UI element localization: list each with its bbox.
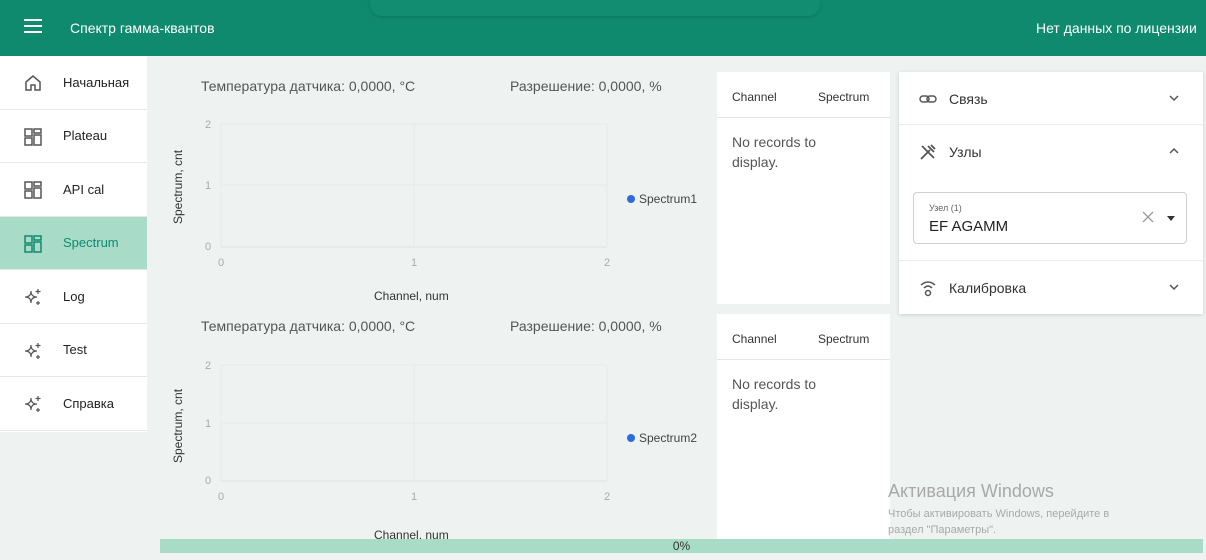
progress-text: 0% [672,539,691,553]
progress-bar: 0% [160,539,1203,553]
node-select-value: EF AGAMM [929,218,1009,235]
y-axis-label: Spectrum, cnt [171,388,185,463]
license-status: Нет данных по лицензии [1036,20,1197,36]
y-tick: 1 [205,418,211,430]
sidebar-item-label: Test [63,342,87,358]
chart-plot: 2 1 0 0 1 2 Channel, num Spectrum, cnt [171,119,610,303]
sidebar-item-label: Справка [63,395,114,411]
node-select-label: Узел (1) [929,203,962,213]
sidebar-item-log[interactable]: Log [0,270,147,324]
dropdown-caret-icon[interactable] [1167,216,1175,221]
chart-legend[interactable]: Spectrum2 [627,431,697,445]
y-tick: 1 [205,180,211,192]
y-axis-label: Spectrum, cnt [171,149,185,224]
x-tick: 2 [604,491,610,503]
spectrum-chart-2: Температура датчика: 0,0000, °C Разрешен… [160,312,713,547]
node-select[interactable]: Узел (1) EF AGAMM [913,192,1187,244]
sidebar-item-label: Plateau [63,128,108,144]
empty-message: No records to display. [732,376,817,412]
x-tick: 0 [218,491,224,503]
sidebar-item-spectrum[interactable]: Spectrum [0,216,147,270]
windows-activation-watermark: Активация Windows Чтобы активировать Win… [888,481,1188,538]
legend-label: Spectrum2 [639,431,698,445]
spectrum-table-1: Channel Spectrum No records to display. [717,72,890,304]
settings-accordion: Связь Узлы Узел (1) EF AGAMM Калибровка [899,72,1203,314]
sparkle-icon [24,289,41,305]
y-tick: 2 [205,360,211,372]
top-notch [370,0,820,16]
sparkle-icon [24,396,41,412]
dashboard-icon [24,234,42,253]
x-axis-label: Channel, num [374,289,449,303]
y-tick: 2 [205,119,211,131]
x-tick: 1 [411,257,417,269]
dashboard-icon [24,127,42,146]
dashboard-icon [24,181,42,199]
chevron-down-icon [1169,95,1179,102]
sidebar: Начальная Plateau API cal Spectrum Log T… [0,56,147,432]
sidebar-item-label: Spectrum [63,235,119,251]
accordion-calibration[interactable]: Калибровка [899,261,1203,314]
chart-legend[interactable]: Spectrum1 [627,192,697,206]
sidebar-item-plateau[interactable]: Plateau [0,110,147,163]
accordion-label: Узлы [949,144,982,160]
watermark-line: раздел "Параметры". [888,524,997,536]
watermark-line: Чтобы активировать Windows, перейдите в [888,508,1110,520]
accordion-label: Связь [949,91,988,107]
empty-message: No records to display. [732,134,817,170]
sidebar-item-label: Начальная [63,74,130,90]
app-title: Спектр гамма-квантов [70,20,215,36]
watermark-text: Чтобы активировать Windows, перейдите в … [888,506,1188,538]
top-app-bar: Спектр гамма-квантов Нет данных по лицен… [0,0,1206,56]
legend-label: Spectrum1 [639,192,698,206]
y-tick: 0 [205,241,211,253]
home-icon [25,75,41,91]
sidebar-item-label: API cal [63,181,105,197]
spectrum-table-2: Channel Spectrum No records to display. [717,314,890,539]
sparkle-icon [24,342,41,359]
hamburger-menu-icon[interactable] [24,19,42,35]
y-tick: 0 [205,475,211,487]
sensor-icon [920,281,936,297]
sidebar-item-home[interactable]: Начальная [0,56,147,110]
x-tick: 2 [604,257,610,269]
column-header-channel[interactable]: Channel [732,90,777,104]
sidebar-item-help[interactable]: Справка [0,377,147,431]
clear-icon[interactable] [1140,209,1156,225]
column-header-spectrum[interactable]: Spectrum [818,332,869,346]
table-header: Channel Spectrum [717,314,890,360]
accordion-link[interactable]: Связь [899,72,1203,125]
watermark-title: Активация Windows [888,481,1054,501]
link-icon [919,95,937,103]
chevron-up-icon [1169,147,1179,154]
spectrum-chart-1: Температура датчика: 0,0000, °C Разрешен… [160,72,713,307]
column-header-channel[interactable]: Channel [732,332,777,346]
x-tick: 0 [218,257,224,269]
chart-plot: 2 1 0 0 1 2 Channel, num Spectrum, cnt [171,360,610,542]
table-header: Channel Spectrum [717,72,890,118]
sidebar-item-test[interactable]: Test [0,324,147,377]
column-header-spectrum[interactable]: Spectrum [818,90,869,104]
chevron-down-icon [1169,284,1179,291]
accordion-label: Калибровка [949,280,1027,296]
sidebar-item-api-cal[interactable]: API cal [0,163,147,217]
sidebar-item-label: Log [63,288,85,304]
x-tick: 1 [411,491,417,503]
tools-icon [920,144,936,160]
accordion-nodes[interactable]: Узлы [899,125,1203,178]
series-color-dot [627,195,635,203]
series-color-dot [627,434,635,442]
